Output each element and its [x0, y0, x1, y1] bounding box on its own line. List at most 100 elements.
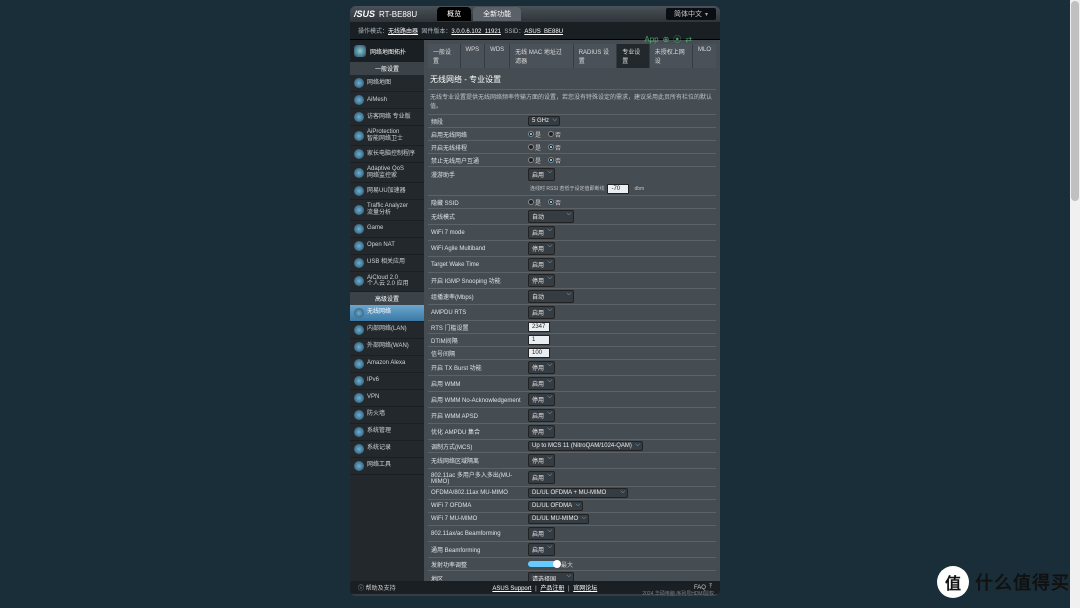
sidebar-item[interactable]: 网络工具 — [350, 458, 424, 475]
radio-option[interactable]: 是 — [528, 198, 541, 207]
sidebar-item[interactable]: 系统记录 — [350, 441, 424, 458]
dropdown[interactable]: Up to MCS 11 (NitroQAM/1024-QAM) — [528, 441, 643, 451]
dropdown[interactable]: 停用 — [528, 361, 555, 374]
sidebar-item[interactable]: IPv6 — [350, 373, 424, 390]
dropdown[interactable]: 启用 — [528, 377, 555, 390]
dropdown[interactable]: 启用 — [528, 409, 555, 422]
sidebar-item[interactable]: AiProtection智能网络卫士 — [350, 126, 424, 146]
mode-link[interactable]: 无线路由器 — [388, 29, 418, 35]
dropdown[interactable]: DL/UL OFDMA + MU-MIMO — [528, 488, 628, 498]
sidebar-item[interactable]: 访客网络 专业版 — [350, 109, 424, 126]
sidebar-item[interactable]: 网络地图 — [350, 75, 424, 92]
sidebar-item[interactable]: 外部网络(WAN) — [350, 339, 424, 356]
footer-link-support[interactable]: ASUS Support — [492, 586, 531, 592]
dropdown[interactable]: 启用 — [528, 168, 555, 181]
radio-option[interactable]: 否 — [548, 156, 561, 165]
radio-option[interactable]: 是 — [528, 156, 541, 165]
sidebar-icon — [354, 78, 364, 88]
sidebar-item[interactable]: VPN — [350, 390, 424, 407]
footer-link-register[interactable]: 产品注册 — [540, 586, 564, 592]
tab-new-features[interactable]: 全新功能 — [473, 7, 521, 21]
radio-option[interactable]: 否 — [548, 143, 561, 152]
panel-title: 无线网络 - 专业设置 — [428, 70, 716, 89]
sidebar-item[interactable]: Game — [350, 221, 424, 238]
sub-tab[interactable]: 未授权上网设 — [650, 44, 692, 68]
dropdown[interactable]: 启用 — [528, 306, 555, 319]
sidebar-icon — [354, 308, 364, 318]
sidebar-item[interactable]: Open NAT — [350, 238, 424, 255]
sub-tab[interactable]: 无线 MAC 地址过滤器 — [510, 44, 573, 68]
page-scrollbar[interactable] — [1070, 0, 1080, 608]
radio-option[interactable]: 否 — [548, 130, 561, 139]
dropdown[interactable]: 停用 — [528, 425, 555, 438]
setting-control: 100 — [528, 348, 716, 358]
setting-label: 优化 AMPDU 集合 — [428, 427, 528, 436]
dropdown[interactable]: DL/UL MU-MIMO — [528, 514, 589, 524]
dropdown[interactable]: 自动 — [528, 210, 574, 223]
setting-control: DL/UL OFDMA + MU-MIMO — [528, 488, 716, 498]
sidebar-item[interactable]: USB 相关应用 — [350, 255, 424, 272]
fw-link[interactable]: 3.0.0.6.102_11921 — [451, 29, 501, 35]
sidebar-item[interactable]: 内部网络(LAN) — [350, 322, 424, 339]
radio-icon — [528, 144, 534, 150]
sidebar-item[interactable]: Adaptive QoS网络监控家 — [350, 163, 424, 183]
dropdown[interactable]: 启用 — [528, 471, 555, 484]
sidebar-item[interactable]: AiCloud 2.0个人云 2.0 应用 — [350, 272, 424, 292]
radio-option[interactable]: 是 — [528, 143, 541, 152]
sidebar-item[interactable]: 无线网络 — [350, 305, 424, 322]
setting-control: 启用 — [528, 258, 716, 271]
radio-option[interactable]: 否 — [548, 198, 561, 207]
inline-input[interactable]: -70 — [607, 184, 629, 194]
radio-option[interactable]: 是 — [528, 130, 541, 139]
dropdown[interactable]: 自动 — [528, 290, 574, 303]
setting-row: 无线网络区域隔离停用 — [428, 452, 716, 468]
sidebar-item[interactable]: Amazon Alexa — [350, 356, 424, 373]
dropdown[interactable]: 启用 — [528, 527, 555, 540]
setting-label: 调制方式(MCS) — [428, 442, 528, 451]
signal-icon[interactable]: ⇄ — [685, 35, 692, 44]
sidebar-item[interactable]: 系统管理 — [350, 424, 424, 441]
sub-tab[interactable]: MLO — [693, 44, 716, 68]
netmap-header[interactable]: 网络地图拓扑 — [350, 40, 424, 62]
dropdown[interactable]: 启用 — [528, 543, 555, 556]
dropdown[interactable]: 启用 — [528, 226, 555, 239]
dropdown[interactable]: 停用 — [528, 274, 555, 287]
text-input[interactable]: 2347 — [528, 322, 550, 332]
panel-description: 无线专业设置提供无线网络频率传输方面的设置，若您没有特殊设定的需求，建议采用此页… — [428, 89, 716, 112]
setting-row: 调制方式(MCS)Up to MCS 11 (NitroQAM/1024-QAM… — [428, 439, 716, 452]
dropdown[interactable]: DL/UL OFDMA — [528, 501, 583, 511]
dropdown[interactable]: 启用 — [528, 258, 555, 271]
setting-row: WiFi 7 MU-MIMODL/UL MU-MIMO — [428, 512, 716, 525]
sidebar-item[interactable]: AiMesh — [350, 92, 424, 109]
text-input[interactable]: 1 — [528, 335, 550, 345]
topbar: /SUS RT-BE88U 概览 全新功能 简体中文▾ — [350, 6, 720, 22]
scrollbar-thumb[interactable] — [1071, 1, 1079, 201]
dropdown[interactable]: 停用 — [528, 393, 555, 406]
globe-icon[interactable]: ⊕ — [663, 35, 670, 44]
sidebar-item[interactable]: Traffic Analyzer流量分析 — [350, 200, 424, 220]
sidebar-icon — [354, 112, 364, 122]
slider[interactable] — [528, 561, 558, 567]
settings-form: 频段5 GHz启用无线网络是否开启无线排程是否禁止无线用户互通是否漫游助手启用连… — [428, 114, 716, 586]
dropdown[interactable]: 停用 — [528, 242, 555, 255]
sub-tab[interactable]: RADIUS 设置 — [574, 44, 617, 68]
sub-tab[interactable]: WPS — [461, 44, 485, 68]
language-selector[interactable]: 简体中文▾ — [666, 8, 716, 20]
text-input[interactable]: 100 — [528, 348, 550, 358]
dropdown[interactable]: 5 GHz — [528, 116, 560, 126]
model-label: RT-BE88U — [379, 10, 417, 19]
setting-row: 通用 Beamforming启用 — [428, 541, 716, 557]
sub-tab[interactable]: 专业设置 — [617, 44, 649, 68]
dropdown[interactable]: 停用 — [528, 454, 555, 467]
footer-link-forum[interactable]: 官网论坛 — [573, 586, 597, 592]
ssid-link[interactable]: ASUS_BE88U — [524, 29, 563, 35]
help-label[interactable]: 帮助及支持 — [366, 583, 396, 592]
sidebar-item[interactable]: 网易UU加速器 — [350, 183, 424, 200]
app-label[interactable]: App — [644, 35, 658, 44]
sub-tab[interactable]: 一般设置 — [428, 44, 460, 68]
tab-overview[interactable]: 概览 — [437, 7, 471, 21]
sub-tab[interactable]: WDS — [485, 44, 509, 68]
wifi-icon[interactable]: ⦿ — [673, 34, 681, 45]
sidebar-item[interactable]: 防火墙 — [350, 407, 424, 424]
sidebar-item[interactable]: 家长电脑控制程序 — [350, 146, 424, 163]
